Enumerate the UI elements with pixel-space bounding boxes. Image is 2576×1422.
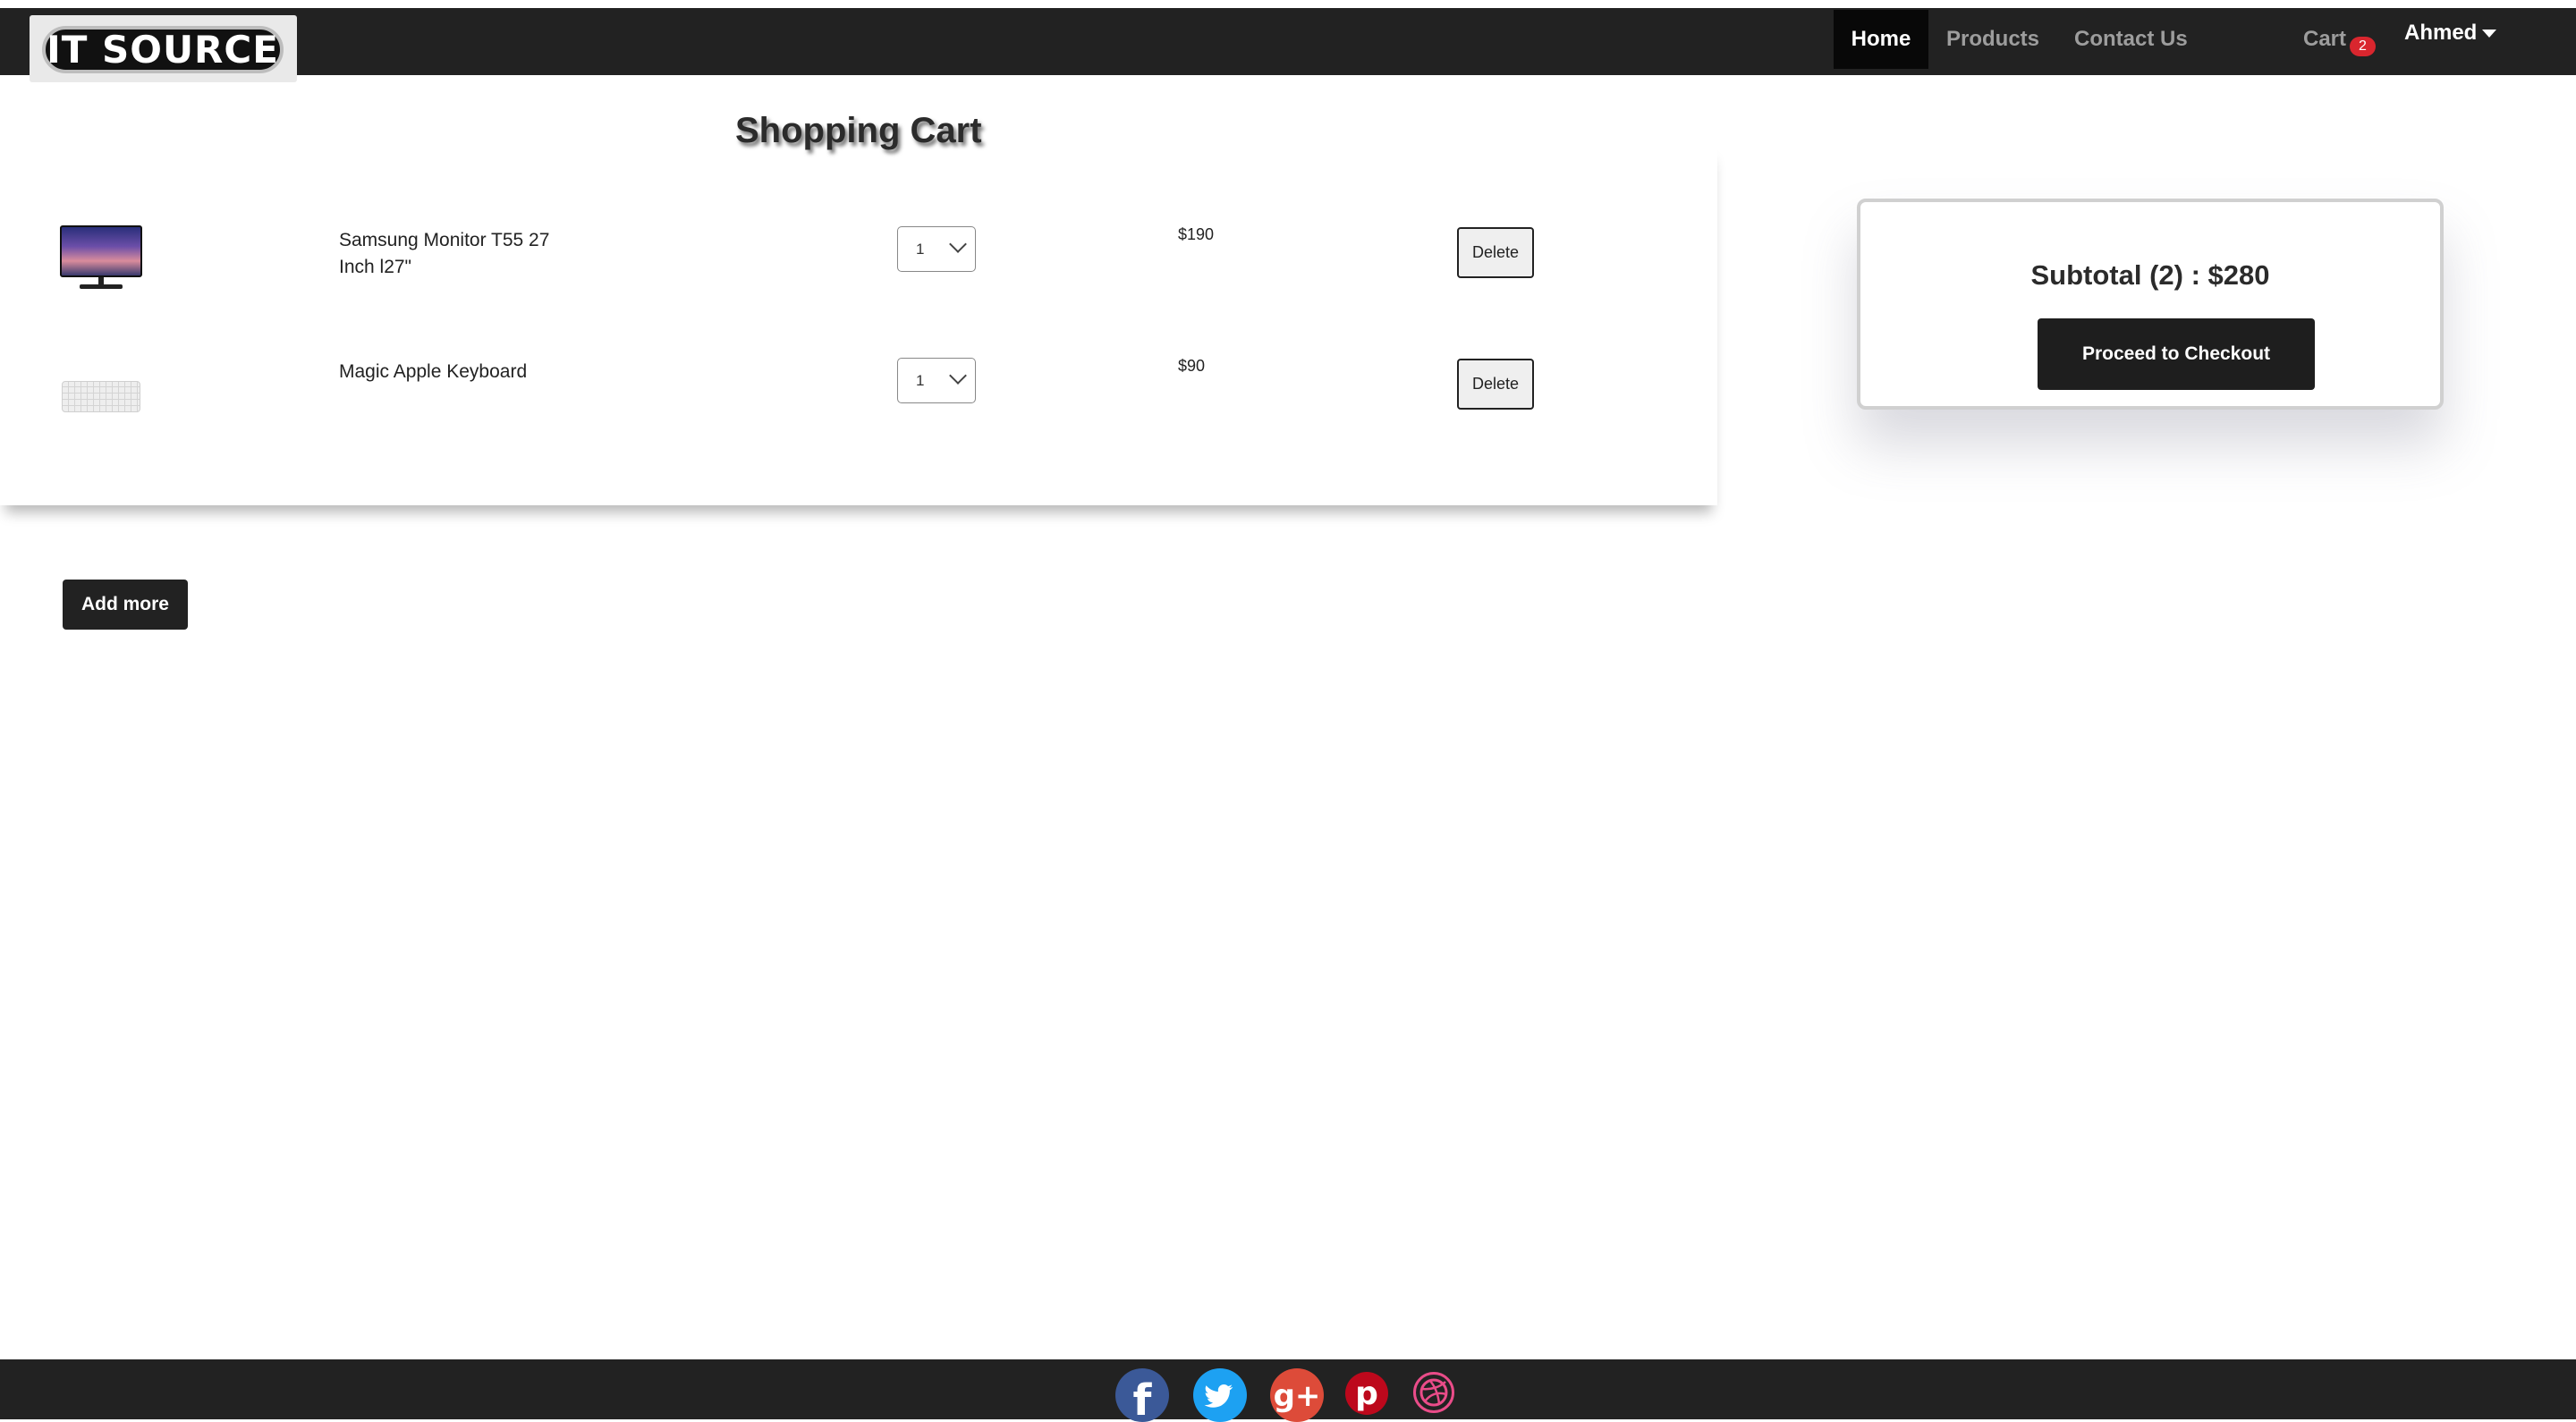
nav-contact-us[interactable]: Contact Us <box>2074 10 2188 69</box>
nav-cart[interactable]: Cart <box>2303 10 2346 69</box>
delete-button[interactable]: Delete <box>1457 227 1534 278</box>
cart-item-row: Magic Apple Keyboard 1 $90 Delete <box>0 353 1717 452</box>
caret-down-icon <box>2482 30 2497 38</box>
cart-item-row: Samsung Monitor T55 27 Inch l27" 1 $190 … <box>0 222 1717 320</box>
footer: f g+ p <box>0 1359 2576 1422</box>
quantity-value: 1 <box>916 241 925 258</box>
logo-text: IT SOURCE <box>42 26 284 73</box>
navbar: IT SOURCE Home Products Contact Us Cart … <box>0 8 2576 82</box>
add-more-button[interactable]: Add more <box>63 580 188 630</box>
quantity-select[interactable]: 1 <box>897 226 976 272</box>
google-plus-icon[interactable]: g+ <box>1270 1368 1324 1422</box>
chevron-down-icon <box>949 367 967 385</box>
subtotal-card: Subtotal (2) : $280 Proceed to Checkout <box>1857 199 2444 410</box>
user-menu[interactable]: Ahmed <box>2404 21 2497 46</box>
subtotal-text: Subtotal (2) : $280 <box>2030 259 2270 291</box>
user-name: Ahmed <box>2404 21 2478 45</box>
cart-count-badge: 2 <box>2350 37 2376 56</box>
delete-button[interactable]: Delete <box>1457 359 1534 410</box>
quantity-select[interactable]: 1 <box>897 358 976 403</box>
quantity-value: 1 <box>916 372 925 389</box>
proceed-to-checkout-button[interactable]: Proceed to Checkout <box>2038 318 2315 390</box>
nav-home[interactable]: Home <box>1834 10 1928 69</box>
pinterest-icon[interactable]: p <box>1345 1372 1388 1415</box>
item-name: Samsung Monitor T55 27 Inch l27" <box>339 230 550 277</box>
item-price: $90 <box>1178 357 1206 375</box>
dribbble-icon[interactable] <box>1413 1372 1454 1413</box>
item-price: $190 <box>1178 225 1215 243</box>
facebook-icon[interactable]: f <box>1115 1368 1169 1422</box>
twitter-icon[interactable] <box>1193 1368 1247 1422</box>
chevron-down-icon <box>949 235 967 253</box>
top-strip <box>0 0 2576 8</box>
item-name: Magic Apple Keyboard <box>339 361 528 382</box>
nav-products[interactable]: Products <box>1946 10 2039 69</box>
page-title: Shopping Cart <box>735 111 982 150</box>
brand-logo[interactable]: IT SOURCE <box>30 15 297 82</box>
